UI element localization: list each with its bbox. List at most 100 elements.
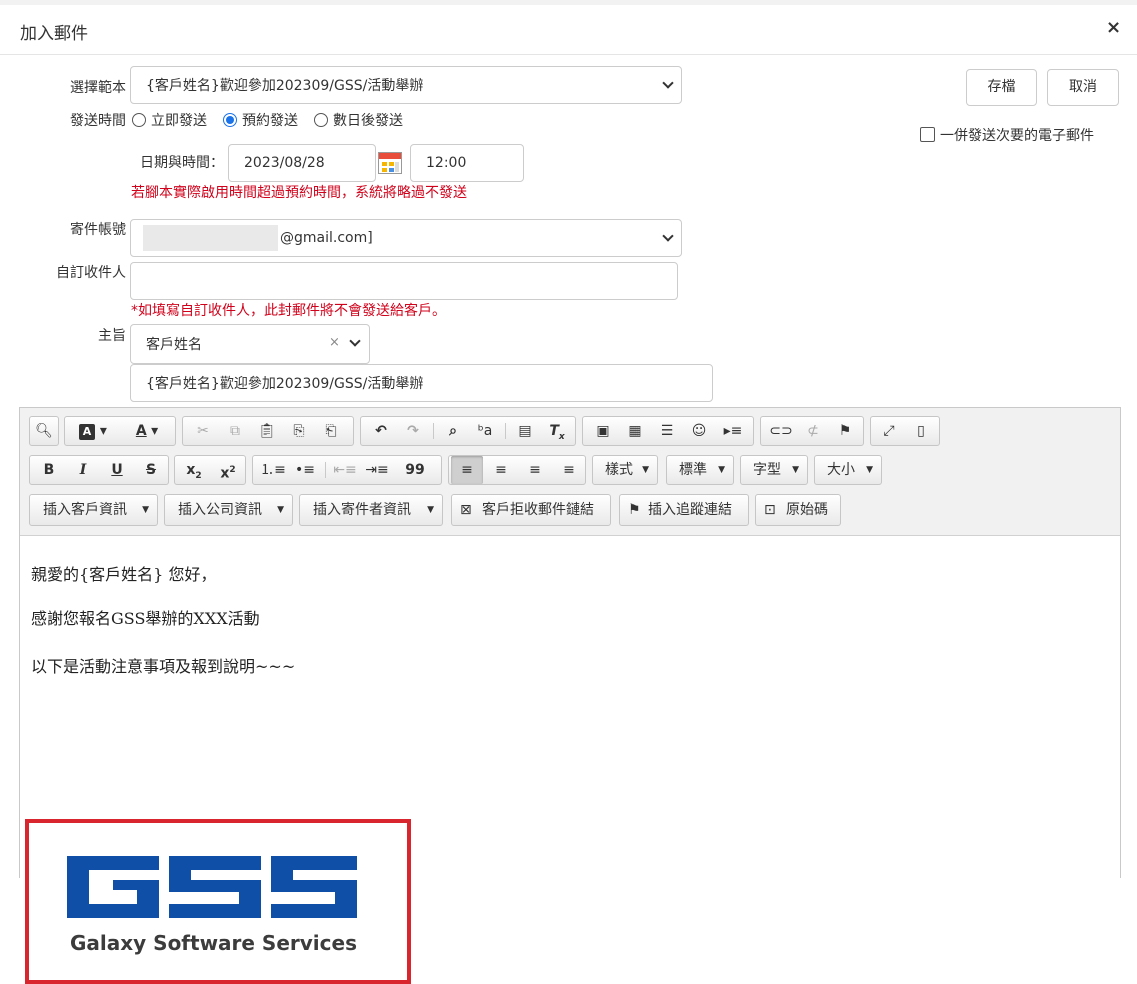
subject-value: {客戶姓名}歡迎參加202309/GSS/活動舉辦 [146,376,424,392]
chevron-down-icon: ▼ [277,505,284,515]
toolbar-group-links: ⊂⊃ ⊄ ⚑ [760,416,864,446]
underline-icon[interactable]: U [100,456,134,484]
toolbar-group-clipboard: ✂ ⧉ 📋︎ ⎘ ⎗ [182,416,354,446]
radio-send-now[interactable] [132,113,146,127]
date-input[interactable]: 2023/08/28 [228,144,376,182]
blockquote-icon[interactable]: 99 [393,456,437,484]
align-right-icon[interactable]: ≡ [519,456,551,484]
paste-icon[interactable]: 📋︎ [251,417,283,445]
combine-label: 一併發送次要的電子郵件 [940,128,1094,144]
separator [325,462,326,478]
time-input[interactable]: 12:00 [410,144,524,182]
link-icon[interactable]: ⊂⊃ [765,417,797,445]
outdent-icon[interactable]: ⇤≡ [329,456,361,484]
cancel-button[interactable]: 取消 [1047,69,1119,106]
rich-text-editor: 🔍︎ A ▾ A ▾ ✂ ⧉ 📋︎ ⎘ ⎗ ↶ ↷ ⌕ ᵇa ▤ Tx ▣ ▦ … [19,407,1121,984]
editor-toolbar: 🔍︎ A ▾ A ▾ ✂ ⧉ 📋︎ ⎘ ⎗ ↶ ↷ ⌕ ᵇa ▤ Tx ▣ ▦ … [20,408,1120,536]
custom-recipient-label: 自訂收件人 [56,265,126,281]
chevron-down-icon [349,335,361,347]
tracking-link-label: 插入追蹤連結 [648,502,732,518]
radio-days-later-label: 數日後發送 [333,113,403,129]
align-justify-icon[interactable]: ≡ [553,456,585,484]
numbered-list-icon[interactable]: ⒈≡ [257,456,289,484]
editor-content[interactable]: 親愛的{客戶姓名} 您好， 感謝您報名GSS舉辦的XXX活動 以下是活動注意事項… [20,537,1120,984]
chevron-down-icon [662,230,674,242]
chevron-down-icon: ▼ [427,505,434,515]
separator [433,423,434,439]
account-value: @gmail.com] [280,230,373,246]
text-color-icon[interactable]: A ▾ [121,417,173,445]
insert-sender-info-label: 插入寄件者資訊 [313,502,411,518]
font-dropdown[interactable]: 字型 ▼ [740,455,808,485]
size-dropdown[interactable]: 大小 ▼ [814,455,882,485]
paste-word-icon[interactable]: ⎗ [315,417,347,445]
combine-checkbox[interactable] [920,127,935,142]
smiley-icon[interactable]: ☺ [683,417,715,445]
paragraph-dropdown-label: 標準 [679,462,707,478]
cut-icon[interactable]: ✂ [187,417,219,445]
gss-logo-image[interactable]: Galaxy Software Services [25,819,411,984]
superscript-icon[interactable]: x2 [211,456,245,484]
italic-icon[interactable]: I [66,456,100,484]
subject-input[interactable]: {客戶姓名}歡迎參加202309/GSS/活動舉辦 [130,364,713,402]
source-icon: ⊡ [764,502,776,518]
anchor-icon[interactable]: ⚑ [829,417,861,445]
subject-label: 主旨 [98,328,126,344]
account-select[interactable]: @gmail.com] [130,219,682,257]
horizontal-rule-icon[interactable]: ☰ [651,417,683,445]
source-button[interactable]: ⊡ 原始碼 [755,494,841,526]
save-button[interactable]: 存檔 [966,69,1037,106]
format-dropdown[interactable]: 樣式 ▼ [592,455,658,485]
clear-icon[interactable]: × [329,335,340,350]
template-select[interactable]: {客戶姓名}歡迎參加202309/GSS/活動舉辦 [130,66,682,104]
select-all-icon[interactable]: ▤ [509,417,541,445]
maximize-icon[interactable]: ⤢ [873,417,905,445]
dialog-title: 加入郵件 [20,24,88,44]
subscript-icon[interactable]: x2 [177,456,211,484]
copy-icon[interactable]: ⧉ [219,417,251,445]
replace-icon[interactable]: ᵇa [469,417,501,445]
find-icon[interactable]: ⌕ [437,417,469,445]
insert-company-info-dropdown[interactable]: 插入公司資訊 ▼ [164,494,293,526]
radio-scheduled[interactable] [223,113,237,127]
datetime-label: 日期與時間： [140,155,224,171]
separator [505,423,506,439]
radio-days-later[interactable] [314,113,328,127]
table-icon[interactable]: ▦ [619,417,651,445]
insert-customer-info-label: 插入客戶資訊 [43,502,127,518]
subject-tag-select[interactable]: 客戶姓名 × [130,324,370,364]
toolbar-group-tools: ⤢ ▯ [870,416,940,446]
paragraph-dropdown[interactable]: 標準 ▼ [666,455,734,485]
page-break-icon[interactable]: ▸≡ [715,417,751,445]
indent-icon[interactable]: ⇥≡ [361,456,393,484]
chevron-down-icon: ▼ [642,465,649,475]
align-center-icon[interactable]: ≡ [485,456,517,484]
tracking-link-button[interactable]: ⚑ 插入追蹤連結 [619,494,749,526]
align-left-icon[interactable]: ≡ [451,456,483,484]
undo-icon[interactable]: ↶ [365,417,397,445]
image-icon[interactable]: ▣ [587,417,619,445]
bg-color-icon[interactable]: A ▾ [67,417,119,445]
preview-icon[interactable]: 🔍︎ [30,417,58,445]
custom-recipient-input[interactable] [130,262,678,300]
template-label: 選擇範本 [70,80,126,96]
redo-icon[interactable]: ↷ [397,417,429,445]
redacted-email [143,225,278,251]
close-icon[interactable]: × [1106,17,1121,38]
font-dropdown-label: 字型 [753,462,781,478]
toolbar-group-colors: A ▾ A ▾ [64,416,176,446]
toolbar-group-script: x2 x2 [174,455,246,485]
unlink-icon[interactable]: ⊄ [797,417,829,445]
calendar-icon[interactable] [378,152,402,174]
show-blocks-icon[interactable]: ▯ [905,417,937,445]
insert-sender-info-dropdown[interactable]: 插入寄件者資訊 ▼ [299,494,443,526]
chevron-down-icon: ▼ [792,465,799,475]
bold-icon[interactable]: B [32,456,66,484]
paste-text-icon[interactable]: ⎘ [283,417,315,445]
unsubscribe-link-button[interactable]: ⊠ 客戶拒收郵件鏈結 [451,494,611,526]
insert-customer-info-dropdown[interactable]: 插入客戶資訊 ▼ [29,494,158,526]
bulleted-list-icon[interactable]: •≡ [289,456,321,484]
strikethrough-icon[interactable]: S [134,456,168,484]
remove-format-icon[interactable]: Tx [541,417,573,445]
unsubscribe-link-label: 客戶拒收郵件鏈結 [482,502,594,518]
